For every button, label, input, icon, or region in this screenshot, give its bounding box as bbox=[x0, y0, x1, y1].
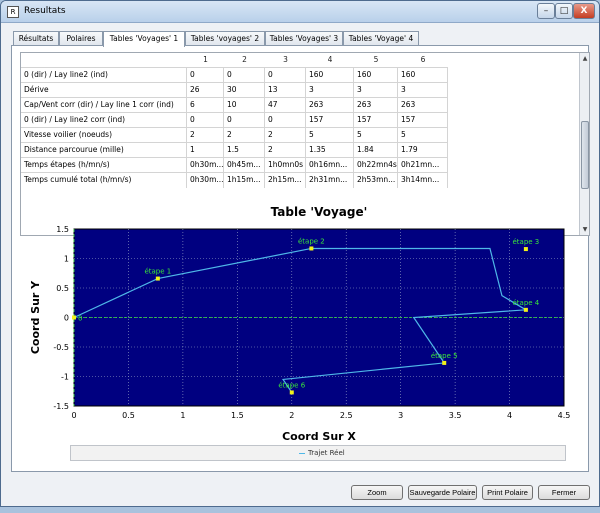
x-tick-label: 4.5 bbox=[558, 411, 571, 420]
x-tick-label: 1 bbox=[180, 411, 185, 420]
x-tick-label: 0 bbox=[71, 411, 76, 420]
tab-tables-voyages-4[interactable]: Tables 'Voyage' 4 bbox=[343, 31, 419, 46]
x-tick-label: 2.5 bbox=[340, 411, 353, 420]
window-title: Resultats bbox=[24, 6, 66, 16]
maximize-button[interactable]: □ bbox=[555, 3, 573, 19]
chart-title: Table 'Voyage' bbox=[271, 205, 368, 219]
waypoint-label: étape 1 bbox=[144, 268, 171, 276]
x-tick-label: 0.5 bbox=[122, 411, 135, 420]
tab-panel: 1 2 3 4 5 6 0 (dir) / Lay line2 (ind) 0 0 0… bbox=[11, 45, 590, 472]
chart-legend: Trajet Réel bbox=[70, 445, 566, 461]
tab-polaires[interactable]: Polaires bbox=[59, 31, 103, 46]
tab-tables-voyages-1[interactable]: Tables 'Voyages' 1 bbox=[103, 31, 185, 47]
x-tick-label: 4 bbox=[507, 411, 512, 420]
waypoint-marker[interactable] bbox=[523, 247, 528, 252]
app-icon: R bbox=[7, 6, 19, 18]
waypoint-label: étape 2 bbox=[298, 237, 325, 245]
x-tick-label: 3.5 bbox=[449, 411, 462, 420]
tab-resultats[interactable]: Résultats bbox=[13, 31, 59, 46]
zoom-button[interactable]: Zoom bbox=[351, 485, 403, 500]
save-polar-button[interactable]: Sauvegarde Polaire bbox=[408, 485, 477, 500]
x-tick-label: 3 bbox=[398, 411, 403, 420]
x-tick-label: 2 bbox=[289, 411, 294, 420]
voyage-chart: Table 'Voyage' Coord Sur X Coord Sur Y 0 0.5… bbox=[29, 205, 571, 443]
x-axis-label: Coord Sur X bbox=[282, 430, 356, 443]
x-tick-label: 1.5 bbox=[231, 411, 244, 420]
y-axis-label: Coord Sur Y bbox=[29, 280, 42, 354]
waypoint-marker[interactable] bbox=[155, 276, 160, 281]
y-tick-label: 0 bbox=[64, 314, 69, 323]
y-tick-label: -1.5 bbox=[53, 402, 69, 411]
waypoint-marker[interactable] bbox=[289, 390, 294, 395]
minimize-button[interactable]: – bbox=[537, 3, 555, 19]
tab-tables-voyages-3[interactable]: Tables 'Voyages' 3 bbox=[265, 31, 343, 46]
waypoint-marker[interactable] bbox=[72, 315, 76, 320]
waypoint-marker[interactable] bbox=[309, 246, 314, 251]
waypoint-marker[interactable] bbox=[523, 307, 528, 312]
title-bar[interactable]: R Resultats – □ X bbox=[1, 1, 599, 23]
close-window-button[interactable]: X bbox=[573, 3, 595, 19]
waypoint-label: étape 4 bbox=[512, 299, 539, 307]
y-tick-label: 0.5 bbox=[56, 284, 69, 293]
waypoint-marker[interactable] bbox=[442, 360, 447, 365]
tab-tables-voyages-2[interactable]: Tables 'voyages' 2 bbox=[185, 31, 265, 46]
waypoint-label: 0 bbox=[78, 315, 82, 323]
y-tick-label: -0.5 bbox=[53, 343, 69, 352]
y-tick-label: 1 bbox=[64, 255, 69, 264]
print-polar-button[interactable]: Print Polaire bbox=[482, 485, 533, 500]
legend-label: Trajet Réel bbox=[308, 449, 345, 457]
legend-swatch bbox=[299, 453, 305, 454]
y-tick-label: 1.5 bbox=[56, 225, 69, 234]
close-button[interactable]: Fermer bbox=[538, 485, 590, 500]
y-tick-label: -1 bbox=[61, 373, 69, 382]
results-window: R Resultats – □ X Résultats Polaires Tab… bbox=[0, 0, 600, 507]
waypoint-label: étape 5 bbox=[431, 352, 458, 360]
waypoint-label: étape 6 bbox=[278, 381, 305, 389]
waypoint-label: étape 3 bbox=[512, 238, 539, 246]
